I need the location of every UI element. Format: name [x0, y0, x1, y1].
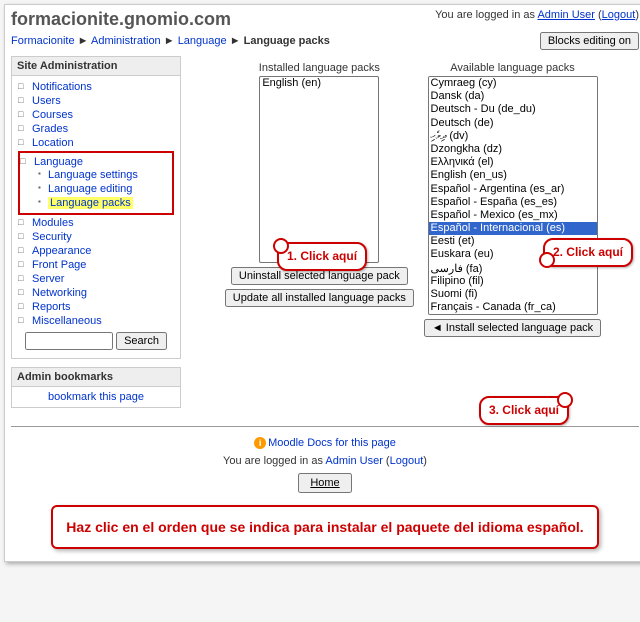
sidebar-item[interactable]: Modules — [32, 217, 74, 229]
search-button[interactable]: Search — [116, 332, 167, 350]
installed-title: Installed language packs — [259, 62, 380, 74]
sidebar-item[interactable]: Reports — [32, 301, 71, 313]
bc-root[interactable]: Formacionite — [11, 35, 75, 47]
sidebar-item[interactable]: Users — [32, 95, 61, 107]
bookmark-link[interactable]: bookmark this page — [48, 391, 144, 403]
site-title: formacionite.gnomio.com — [11, 9, 231, 30]
available-packs-select[interactable]: Cymraeg (cy)Dansk (da)Deutsch - Du (de_d… — [428, 76, 598, 315]
footer-user-link[interactable]: Admin User — [325, 455, 382, 467]
callout-2: 2. Click aquí — [543, 238, 633, 267]
installed-packs-select[interactable]: English (en) — [259, 76, 379, 263]
bc-admin[interactable]: Administration — [91, 35, 161, 47]
home-button[interactable]: Home — [298, 473, 351, 493]
logout-link[interactable]: Logout — [602, 9, 636, 21]
block-header: Site Administration — [12, 57, 180, 76]
sidebar-item[interactable]: Location — [32, 137, 74, 149]
callout-1: 1. Click aquí — [277, 242, 367, 271]
login-user-link[interactable]: Admin User — [537, 9, 594, 21]
install-button[interactable]: ◄ Install selected language pack — [424, 319, 601, 337]
admin-bookmarks-block: Admin bookmarks bookmark this page — [11, 367, 181, 408]
login-info: You are logged in as Admin User (Logout) — [435, 9, 639, 21]
sidebar-subitem[interactable]: Language settings — [48, 169, 138, 181]
sidebar-subitem[interactable]: Language editing — [48, 183, 132, 195]
blocks-editing-button[interactable]: Blocks editing on — [540, 32, 639, 50]
sidebar-item[interactable]: Miscellaneous — [32, 315, 102, 327]
bc-lang[interactable]: Language — [178, 35, 227, 47]
sidebar-item-language[interactable]: Language — [34, 156, 83, 168]
block-header: Admin bookmarks — [12, 368, 180, 387]
footer-logout-link[interactable]: Logout — [390, 455, 424, 467]
sidebar-item[interactable]: Grades — [32, 123, 68, 135]
info-icon: i — [254, 437, 266, 449]
callout-3: 3. Click aquí — [479, 396, 569, 425]
site-admin-block: Site Administration Notifications Users Co… — [11, 56, 181, 359]
available-title: Available language packs — [450, 62, 575, 74]
sidebar-item[interactable]: Security — [32, 231, 72, 243]
sidebar-subitem[interactable]: Language packs — [48, 197, 133, 209]
instruction-callout: Haz clic en el orden que se indica para … — [51, 505, 599, 549]
sidebar-item[interactable]: Notifications — [32, 81, 92, 93]
moodle-docs-link[interactable]: Moodle Docs for this page — [268, 437, 396, 449]
sidebar-item[interactable]: Server — [32, 273, 64, 285]
sidebar-item[interactable]: Networking — [32, 287, 87, 299]
sidebar-item[interactable]: Front Page — [32, 259, 86, 271]
search-input[interactable] — [25, 332, 113, 350]
update-all-button[interactable]: Update all installed language packs — [225, 289, 414, 307]
breadcrumb: Formacionite ► Administration ► Language… — [11, 35, 330, 47]
sidebar-item[interactable]: Appearance — [32, 245, 91, 257]
sidebar-item[interactable]: Courses — [32, 109, 73, 121]
